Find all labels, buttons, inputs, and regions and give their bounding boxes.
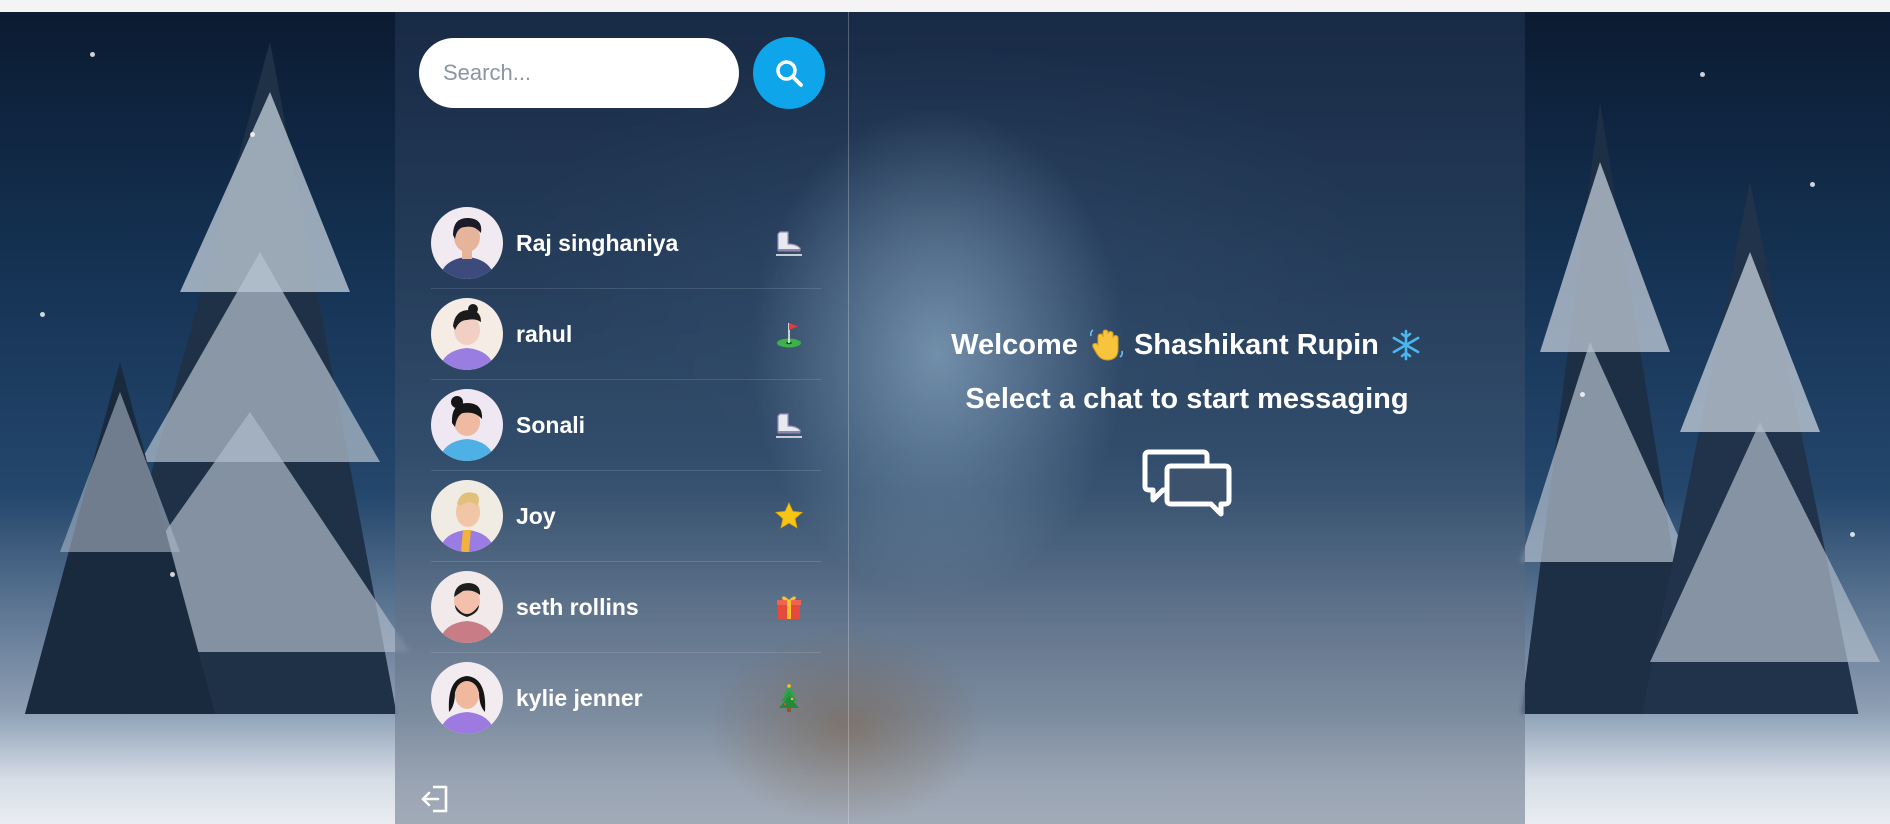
chat-name: kylie jenner [516,684,643,711]
pine-tree-left [20,42,410,732]
main-panel: Welcome Shashikant Rupin Select a chat t… [849,12,1525,824]
avatar [431,207,503,279]
chat-list: Raj singhaniya rahul Sonali Joy seth rol… [431,198,821,743]
chat-name: seth rollins [516,593,639,620]
search-button[interactable] [753,37,825,109]
chat-list-item[interactable]: seth rollins [431,562,821,653]
welcome-subtitle: Select a chat to start messaging [965,383,1409,415]
snowflake [250,132,255,137]
golf-flag-icon [777,323,801,348]
avatar [431,480,503,552]
welcome-heading: Welcome Shashikant Rupin [849,327,1525,363]
avatar [431,662,503,734]
snowflake [40,312,45,317]
chat-bubbles-icon [1142,449,1232,517]
snowflake [1810,182,1815,187]
welcome-greeting: Welcome [951,328,1078,361]
chat-app-window: Raj singhaniya [395,12,1525,824]
chat-list-item[interactable]: Joy [431,471,821,562]
chat-name: Joy [516,502,556,529]
pine-tree-right [1520,102,1880,722]
no-chat-selected: Welcome Shashikant Rupin Select a chat t… [849,327,1525,523]
avatar [431,571,503,643]
ice-skate-icon [776,413,802,438]
avatar-image [431,389,503,461]
chat-name: Sonali [516,411,586,438]
star-icon [775,502,803,529]
avatar [431,389,503,461]
snowflake [1700,72,1705,77]
chat-list-item[interactable]: Sonali [431,380,821,471]
chat-list-item[interactable]: kylie jenner [431,653,821,743]
chat-list-item[interactable]: Raj singhaniya [431,198,821,289]
snowflake [90,52,95,57]
avatar-image [431,207,503,279]
chat-name: rahul [516,320,573,347]
search-icon [776,60,803,87]
avatar-image [431,298,503,370]
avatar [431,298,503,370]
browser-top-strip [0,0,1890,12]
chat-list-item[interactable]: rahul [431,289,821,380]
sidebar: Raj singhaniya [395,12,849,824]
snowflake [1850,532,1855,537]
christmas-tree-icon [779,684,799,712]
welcome-user-name: Shashikant Rupin [1133,328,1379,361]
gift-icon [777,596,801,619]
chat-name: Raj singhaniya [516,229,679,256]
snowflake [1580,392,1585,397]
logout-icon[interactable] [419,782,453,816]
snowflake-icon [1392,329,1420,361]
avatar-image [431,480,503,552]
avatar-image [431,662,503,734]
search-input[interactable] [419,38,739,108]
snowflake [170,572,175,577]
avatar-image [431,571,503,643]
ice-skate-icon [776,231,802,256]
search-bar [419,37,825,109]
waving-hand-icon [1089,329,1123,361]
